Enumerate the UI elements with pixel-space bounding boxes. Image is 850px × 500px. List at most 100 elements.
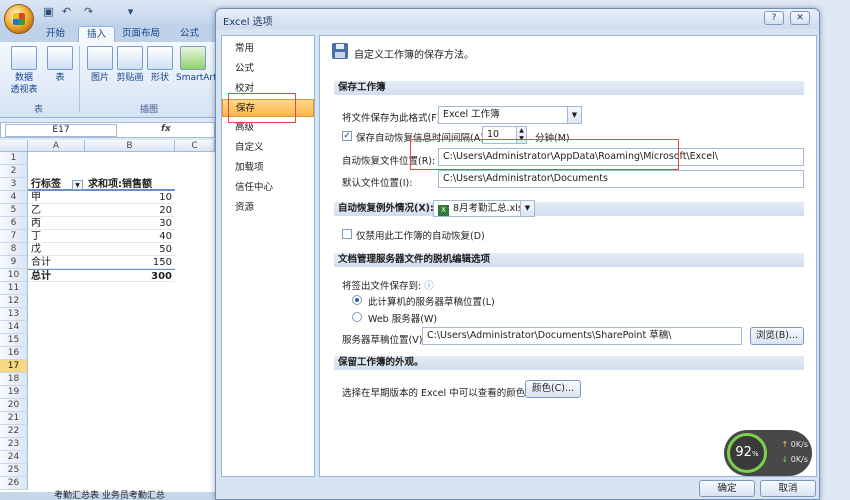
server-drafts-radio[interactable] <box>352 295 362 305</box>
nav-item-formulas[interactable]: 公式 <box>222 60 314 78</box>
row-header[interactable]: 6 <box>0 217 28 230</box>
pivot-item-value[interactable]: 10 <box>85 191 175 204</box>
nav-item-customize[interactable]: 自定义 <box>222 139 314 157</box>
picture-icon <box>87 46 113 70</box>
ok-button[interactable]: 确定 <box>699 480 755 497</box>
close-button[interactable]: ✕ <box>790 11 810 25</box>
row-header[interactable]: 14 <box>0 321 28 334</box>
row-header[interactable]: 7 <box>0 230 28 243</box>
pivot-total-label[interactable]: 总计 <box>28 269 85 282</box>
pivot-item-value[interactable]: 40 <box>85 230 175 243</box>
row-header[interactable]: 9 <box>0 256 28 269</box>
table-button[interactable]: 表 <box>42 46 78 84</box>
web-server-radio[interactable] <box>352 312 362 322</box>
browse-button[interactable]: 浏览(B)... <box>750 327 804 345</box>
row-header[interactable]: 20 <box>0 399 28 412</box>
nav-item-popular[interactable]: 常用 <box>222 40 314 58</box>
disable-autorecover-label: 仅禁用此工作簿的自动恢复(D) <box>356 231 485 242</box>
pivot-item-name[interactable]: 戊 <box>28 243 85 256</box>
ribbon-tabs: 开始 插入 页面布局 公式 <box>0 24 215 42</box>
pivot-item-value[interactable]: 30 <box>85 217 175 230</box>
download-speed: ↓ 0K/s <box>781 455 808 464</box>
row-header[interactable]: 21 <box>0 412 28 425</box>
undo-icon[interactable]: ↶ <box>60 5 73 18</box>
row-header[interactable]: 13 <box>0 308 28 321</box>
row-header[interactable]: 22 <box>0 425 28 438</box>
chevron-down-icon[interactable]: ▼ <box>567 107 581 123</box>
row-header[interactable]: 1 <box>0 152 28 165</box>
row-header[interactable]: 11 <box>0 282 28 295</box>
row-header[interactable]: 5 <box>0 204 28 217</box>
ribbon: 数据 透视表 表 表 图片 剪贴画 形状 SmartArt 插图 <box>0 42 217 118</box>
disable-autorecover-checkbox[interactable] <box>342 229 352 239</box>
web-server-radio-label: Web 服务器(W) <box>368 314 438 325</box>
office-button[interactable] <box>4 4 34 34</box>
section-autorecover-exceptions: 自动恢复例外情况(X): <box>334 202 804 216</box>
sheet-tab-labels[interactable]: 考勤汇总表 业务员考勤汇总 <box>0 491 165 500</box>
column-header-c[interactable]: C <box>175 140 215 152</box>
pivot-item-value[interactable]: 20 <box>85 204 175 217</box>
worksheet-grid[interactable]: A B C 1 2 3 4 5 6 7 8 9 10 11 12 13 14 15 16 17 18 19 20 21 2… <box>0 140 215 492</box>
nav-item-addins[interactable]: 加载项 <box>222 159 314 177</box>
pivot-table-button[interactable]: 数据 透视表 <box>6 46 42 96</box>
sheet-tabs[interactable]: 考勤汇总表 业务员考勤汇总 <box>0 492 215 500</box>
nav-item-resources[interactable]: 资源 <box>222 199 314 217</box>
row-header[interactable]: 16 <box>0 347 28 360</box>
autorecover-checkbox[interactable]: ✓ <box>342 131 352 141</box>
default-location-input[interactable]: C:\Users\Administrator\Documents <box>438 170 804 188</box>
filter-dropdown-icon[interactable]: ▼ <box>72 180 83 190</box>
pivot-item-value[interactable]: 50 <box>85 243 175 256</box>
pivot-total-value[interactable]: 300 <box>85 269 175 282</box>
name-box[interactable]: E17 <box>5 124 117 137</box>
colors-button[interactable]: 颜色(C)... <box>525 380 581 398</box>
options-nav: 常用 公式 校对 保存 高级 自定义 加载项 信任中心 资源 <box>221 35 315 477</box>
row-header[interactable]: 4 <box>0 191 28 204</box>
redo-icon[interactable]: ↷ <box>82 5 95 18</box>
pivot-item-name[interactable]: 合计 <box>28 256 85 269</box>
row-header[interactable]: 23 <box>0 438 28 451</box>
column-header-b[interactable]: B <box>85 140 175 152</box>
row-header[interactable]: 3 <box>0 178 28 191</box>
pivot-item-name[interactable]: 丁 <box>28 230 85 243</box>
cancel-button[interactable]: 取消 <box>760 480 816 497</box>
row-header[interactable]: 12 <box>0 295 28 308</box>
row-header[interactable]: 15 <box>0 334 28 347</box>
row-header[interactable]: 2 <box>0 165 28 178</box>
server-drafts-location-label: 服务器草稿位置(V): <box>342 335 426 346</box>
customize-qat-icon[interactable]: ▾ <box>124 5 137 18</box>
pivot-item-name[interactable]: 丙 <box>28 217 85 230</box>
pivot-item-name[interactable]: 甲 <box>28 191 85 204</box>
row-header[interactable]: 19 <box>0 386 28 399</box>
row-header[interactable]: 10 <box>0 269 28 282</box>
exception-workbook-dropdown[interactable]: X 8月考勤汇总.xlsx ▼ <box>433 200 535 217</box>
download-arrow-icon: ↓ <box>781 455 789 464</box>
smartart-button[interactable]: SmartArt <box>176 46 220 84</box>
row-header[interactable]: 18 <box>0 373 28 386</box>
select-all-corner[interactable] <box>0 140 28 152</box>
column-header-a[interactable]: A <box>28 140 85 152</box>
shapes-icon <box>147 46 173 70</box>
save-format-dropdown[interactable]: Excel 工作簿 ▼ <box>438 106 582 124</box>
tab-formulas[interactable]: 公式 <box>172 26 207 42</box>
chevron-down-icon[interactable]: ▼ <box>520 201 534 216</box>
save-icon[interactable]: ▣ <box>42 5 55 18</box>
tab-page-layout[interactable]: 页面布局 <box>114 26 168 42</box>
row-header[interactable]: 17 <box>0 360 28 373</box>
autorecover-highlight-box <box>410 139 679 170</box>
tab-home[interactable]: 开始 <box>38 26 73 42</box>
row-header[interactable]: 25 <box>0 464 28 477</box>
row-header[interactable]: 24 <box>0 451 28 464</box>
insert-function-icon[interactable]: fx <box>161 124 171 134</box>
help-button[interactable]: ? <box>764 11 784 25</box>
row-header[interactable]: 8 <box>0 243 28 256</box>
pivot-value-header[interactable]: 求和项:销售额 <box>85 178 175 191</box>
shapes-button[interactable]: 形状 <box>142 46 178 84</box>
network-speed-widget[interactable]: 92% ↑ 0K/s ↓ 0K/s <box>724 430 812 476</box>
pivot-item-value[interactable]: 150 <box>85 256 175 269</box>
row-header[interactable]: 26 <box>0 477 28 490</box>
pivot-item-name[interactable]: 乙 <box>28 204 85 217</box>
server-drafts-location-input[interactable]: C:\Users\Administrator\Documents\SharePo… <box>422 327 742 345</box>
ribbon-separator <box>79 46 80 112</box>
tab-insert[interactable]: 插入 <box>78 26 116 42</box>
nav-item-trust-center[interactable]: 信任中心 <box>222 179 314 197</box>
